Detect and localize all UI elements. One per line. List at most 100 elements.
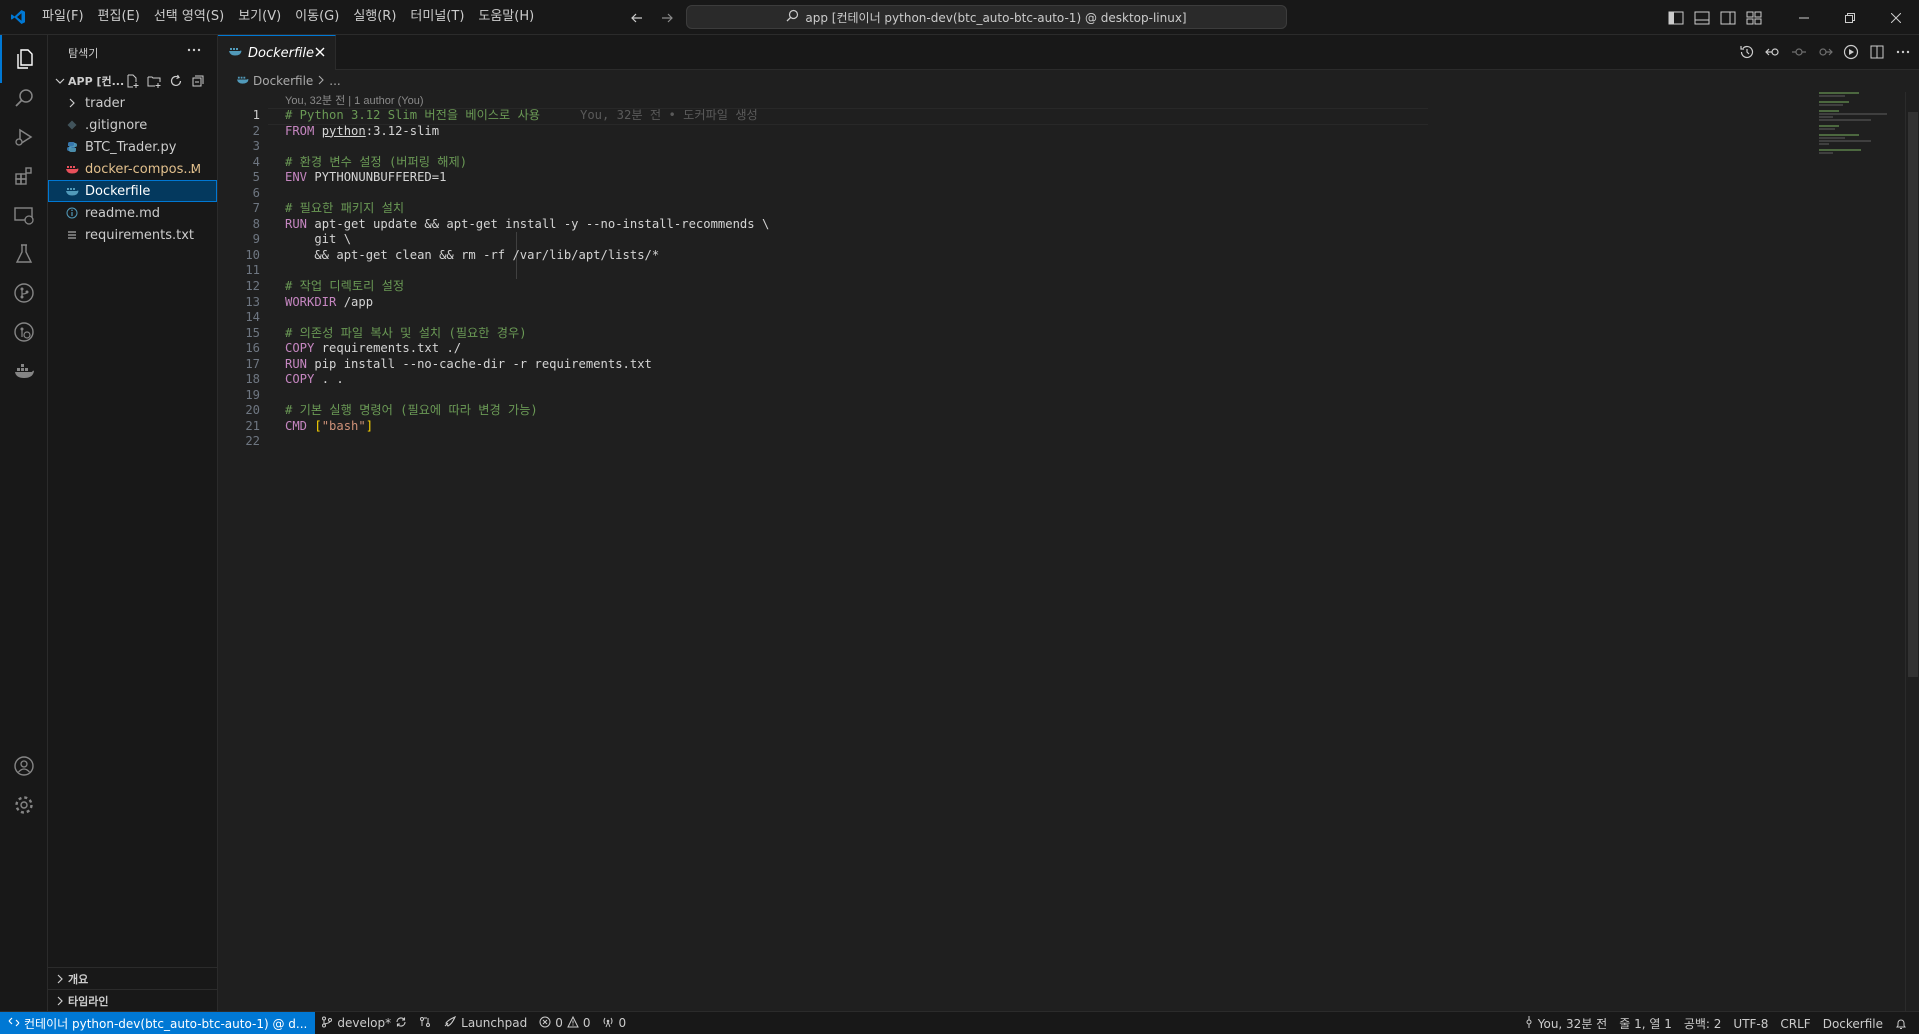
collapse-all-icon[interactable] xyxy=(189,73,207,89)
breadcrumb-file[interactable]: Dockerfile xyxy=(253,74,313,88)
command-center-label: app [컨테이너 python-dev(btc_auto-btc-auto-1… xyxy=(805,10,1187,25)
code-line: 12 # 작업 디렉토리 설정 xyxy=(245,279,405,294)
remote-indicator[interactable]: 컨테이너 python-dev(btc_auto-btc-auto-1) @ d… xyxy=(0,1011,316,1034)
refresh-icon[interactable] xyxy=(167,73,185,89)
back-arrow-icon[interactable] xyxy=(626,7,648,29)
previous-revision-icon[interactable] xyxy=(1787,41,1811,63)
command-center[interactable]: app [컨테이너 python-dev(btc_auto-btc-auto-1… xyxy=(686,5,1287,29)
code-line: 19 xyxy=(245,387,260,402)
code-editor[interactable]: You, 32분 전 | 1 author (You) 1 # Python 3.… xyxy=(218,92,1919,1011)
restore-icon[interactable] xyxy=(1827,0,1873,35)
forward-arrow-icon[interactable] xyxy=(656,7,678,29)
file-history-icon[interactable] xyxy=(1735,41,1759,63)
code-line: 2 FROM python:3.12-slim xyxy=(252,123,440,138)
minimize-icon[interactable] xyxy=(1781,0,1827,35)
indentation[interactable]: 공백: 2 xyxy=(1678,1012,1728,1034)
notifications-bell-icon[interactable] xyxy=(1889,1012,1913,1034)
gitlens-status[interactable] xyxy=(413,1012,437,1034)
status-bar-right: You, 32분 전 줄 1, 열 1 공백: 2 UTF-8 CRLF Doc… xyxy=(1518,1012,1913,1034)
tree-item-docker-compose[interactable]: docker-compos... M xyxy=(48,158,217,180)
menu-terminal[interactable]: 터미널(T) xyxy=(403,5,471,29)
image-link[interactable]: python xyxy=(322,124,366,138)
customize-layout-icon[interactable] xyxy=(1741,0,1767,35)
docker-file-icon xyxy=(228,45,242,61)
vscode-logo-icon[interactable] xyxy=(0,0,35,35)
code-line: 20 # 기본 실행 명령어 (필요에 따라 변경 가능) xyxy=(245,403,538,418)
minimap[interactable] xyxy=(1819,92,1905,212)
close-icon[interactable] xyxy=(313,45,327,63)
git-compare-icon xyxy=(419,1016,431,1031)
ports-indicator[interactable]: 0 xyxy=(596,1012,632,1034)
docker-file-icon xyxy=(64,183,80,199)
remote-icon xyxy=(8,1016,20,1031)
problems-indicator[interactable]: 0 0 xyxy=(533,1012,596,1034)
menu-bar: 파일(F) 편집(E) 선택 영역(S) 보기(V) 이동(G) 실행(R) 터… xyxy=(35,0,541,35)
rocket-icon xyxy=(443,1015,457,1031)
outline-section[interactable]: 개요 xyxy=(48,967,218,989)
scrollbar-thumb[interactable] xyxy=(1908,112,1918,677)
tree-item-requirements[interactable]: requirements.txt xyxy=(48,224,217,246)
git-file-icon xyxy=(64,117,80,133)
menu-run[interactable]: 실행(R) xyxy=(346,5,403,29)
open-changes-icon[interactable] xyxy=(1761,41,1785,63)
toggle-panel-icon[interactable] xyxy=(1689,0,1715,35)
cursor-position[interactable]: 줄 1, 열 1 xyxy=(1613,1012,1678,1034)
settings-gear-icon[interactable] xyxy=(0,781,48,829)
remote-label: 컨테이너 python-dev(btc_auto-btc-auto-1) @ d… xyxy=(24,1016,308,1031)
branch-indicator[interactable]: develop* xyxy=(315,1012,413,1034)
sync-icon[interactable] xyxy=(395,1016,407,1031)
code-line: 1 # Python 3.12 Slim 버전을 베이스로 사용 You, 32분 … xyxy=(218,108,1428,125)
end-of-line[interactable]: CRLF xyxy=(1774,1012,1816,1034)
inline-blame: You, 32분 전 • 도커파일 생성 xyxy=(580,108,758,122)
menu-edit[interactable]: 편집(E) xyxy=(91,5,147,29)
next-revision-icon[interactable] xyxy=(1813,41,1837,63)
run-file-icon[interactable] xyxy=(1839,41,1863,63)
chevron-down-icon xyxy=(52,76,68,86)
editor-tabs: Dockerfile xyxy=(218,35,1919,70)
title-bar-controls xyxy=(1663,0,1919,35)
menu-file[interactable]: 파일(F) xyxy=(35,5,91,29)
workspace-folder-header[interactable]: APP [컨... xyxy=(48,70,217,92)
launchpad-label: Launchpad xyxy=(461,1016,528,1030)
new-folder-icon[interactable] xyxy=(145,73,163,89)
menu-selection[interactable]: 선택 영역(S) xyxy=(147,5,231,29)
code-line: 22 xyxy=(245,434,260,449)
language-mode[interactable]: Dockerfile xyxy=(1817,1012,1889,1034)
menu-view[interactable]: 보기(V) xyxy=(231,5,288,29)
toggle-secondary-sidebar-icon[interactable] xyxy=(1715,0,1741,35)
branch-name: develop* xyxy=(337,1016,392,1030)
codelens-blame[interactable]: You, 32분 전 | 1 author (You) xyxy=(285,92,424,108)
menu-help[interactable]: 도움말(H) xyxy=(471,5,541,29)
launchpad-item[interactable]: Launchpad xyxy=(437,1012,533,1034)
search-icon xyxy=(786,9,799,25)
breadcrumb-symbols[interactable]: ... xyxy=(329,74,340,88)
sidebar-bottom-sections: 개요 타임라인 xyxy=(48,967,218,1011)
split-editor-icon[interactable] xyxy=(1865,41,1889,63)
code-line: 14 xyxy=(245,310,260,325)
broadcast-icon xyxy=(602,1016,614,1031)
docker-icon[interactable] xyxy=(0,347,48,395)
tree-item-btc-trader[interactable]: BTC_Trader.py xyxy=(48,136,217,158)
tree-item-gitignore[interactable]: .gitignore xyxy=(48,114,217,136)
code-line: 10 && apt-get clean && rm -rf /var/lib/a… xyxy=(245,247,660,262)
code-line: 15 # 의존성 파일 복사 및 설치 (필요한 경우) xyxy=(245,325,527,340)
code-line: 18 COPY . . xyxy=(245,372,344,387)
tab-dockerfile[interactable]: Dockerfile xyxy=(218,35,336,70)
tree-item-readme[interactable]: readme.md xyxy=(48,202,217,224)
blame-status[interactable]: You, 32분 전 xyxy=(1518,1012,1613,1034)
tree-item-trader[interactable]: trader xyxy=(48,92,217,114)
title-bar: 파일(F) 편집(E) 선택 영역(S) 보기(V) 이동(G) 실행(R) 터… xyxy=(0,0,1919,35)
more-actions-icon[interactable] xyxy=(187,43,201,60)
info-icon xyxy=(64,205,80,221)
text-file-icon xyxy=(64,227,80,243)
new-file-icon[interactable] xyxy=(123,73,141,89)
timeline-section[interactable]: 타임라인 xyxy=(48,989,218,1011)
close-window-icon[interactable] xyxy=(1873,0,1919,35)
menu-go[interactable]: 이동(G) xyxy=(288,5,346,29)
blame-label: You, 32분 전 xyxy=(1537,1017,1608,1031)
toggle-primary-sidebar-icon[interactable] xyxy=(1663,0,1689,35)
vertical-scrollbar[interactable] xyxy=(1905,92,1919,1011)
tree-item-dockerfile[interactable]: Dockerfile xyxy=(48,180,217,202)
more-actions-icon[interactable] xyxy=(1891,41,1915,63)
encoding[interactable]: UTF-8 xyxy=(1727,1012,1774,1034)
